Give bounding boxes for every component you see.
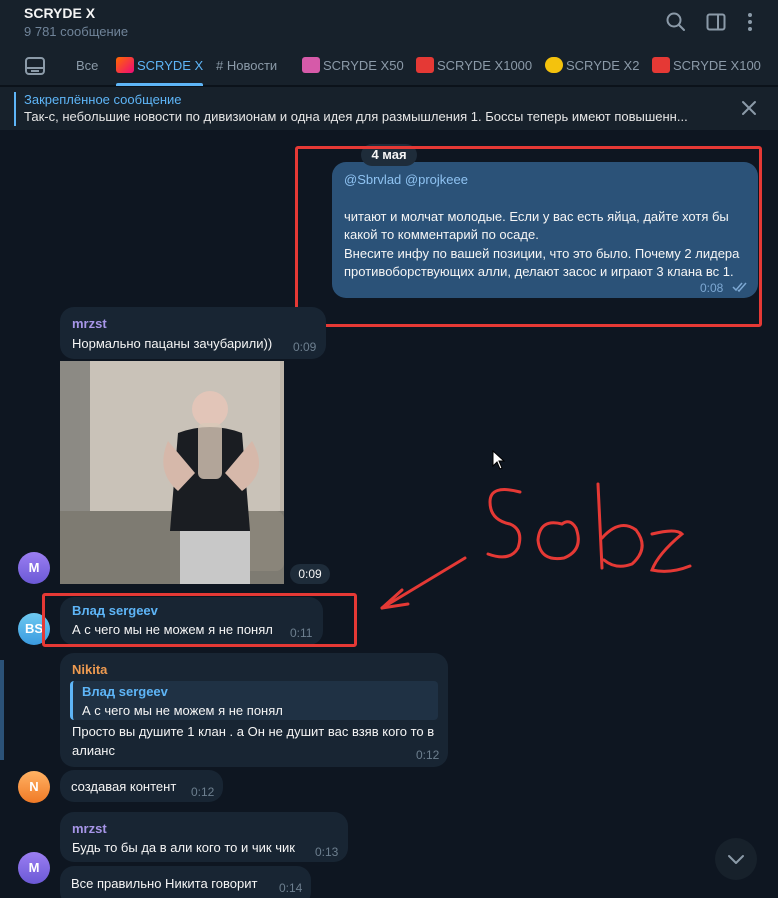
annotation-highlight-box xyxy=(295,146,762,327)
video-thumbnail[interactable] xyxy=(60,361,284,584)
folder-tabs: Все SCRYDE X # Новости SCRYDE X50 SCRYDE… xyxy=(0,46,778,86)
incoming-message[interactable]: создавая контент 0:12 xyxy=(60,770,223,802)
reply-quote[interactable]: Влад sergeev А с чего мы не можем я не п… xyxy=(70,681,438,720)
tab-scryde-x1000[interactable]: SCRYDE X1000 xyxy=(416,46,532,86)
tab-label: SCRYDE X100 xyxy=(673,58,761,73)
video-frame xyxy=(60,361,284,584)
tab-label: Все xyxy=(76,58,99,73)
pinned-indicator xyxy=(14,92,16,126)
mouse-cursor-icon xyxy=(492,450,506,470)
reply-sender: Влад sergeev xyxy=(82,684,168,699)
avatar[interactable]: M xyxy=(18,852,50,884)
sender-name[interactable]: mrzst xyxy=(72,316,107,331)
folders-menu-icon[interactable] xyxy=(24,56,46,76)
number-two-emoji-icon xyxy=(545,57,563,73)
tab-scryde-x100[interactable]: SCRYDE X100 xyxy=(652,46,761,86)
tab-all[interactable]: Все xyxy=(76,46,98,86)
scroll-to-bottom-button[interactable] xyxy=(715,838,757,880)
message-line: Просто вы душите 1 клан . а Он не душит … xyxy=(72,724,435,739)
message-time: 0:12 xyxy=(416,748,440,762)
pinned-message-bar[interactable]: Закреплённое сообщение Так-с, небольшие … xyxy=(0,86,778,130)
avatar[interactable]: M xyxy=(18,552,50,584)
sender-name[interactable]: Nikita xyxy=(72,662,107,677)
scroll-indicator xyxy=(0,660,4,760)
annotation-highlight-box xyxy=(42,593,357,647)
video-duration: 0:09 xyxy=(290,564,330,584)
avatar[interactable]: N xyxy=(18,771,50,803)
reply-text: А с чего мы не можем я не понял xyxy=(82,703,283,718)
incoming-message[interactable]: mrzst Нормально пацаны зачубарили)) 0:09 xyxy=(60,307,326,359)
tab-scryde-x[interactable]: SCRYDE X xyxy=(116,46,204,86)
incoming-message[interactable]: Все правильно Никита говорит 0:14 xyxy=(60,866,311,898)
message-text: Все правильно Никита говорит xyxy=(71,876,258,891)
message-line: алианс xyxy=(72,743,115,758)
sidebar-toggle-icon[interactable] xyxy=(704,10,728,34)
pinned-title: Закреплённое сообщение xyxy=(24,92,182,107)
chat-header: SCRYDE X 9 781 сообщение xyxy=(0,0,778,46)
handwritten-annotation xyxy=(380,482,692,610)
message-text: создавая контент xyxy=(71,779,177,794)
message-text: Будь то бы да в али кого то и чик чик xyxy=(72,840,295,855)
more-vertical-icon[interactable] xyxy=(738,10,762,34)
hundred-emoji-icon xyxy=(652,57,670,73)
tab-label: SCRYDE X50 xyxy=(323,58,404,73)
fire-emoji-icon xyxy=(116,57,134,73)
tab-scryde-x50[interactable]: SCRYDE X50 xyxy=(302,46,404,86)
message-count: 9 781 сообщение xyxy=(24,24,129,39)
tab-scryde-x2[interactable]: SCRYDE X2 xyxy=(545,46,639,86)
chat-title[interactable]: SCRYDE X xyxy=(24,5,95,21)
tab-news[interactable]: # Новости xyxy=(216,46,277,86)
chevron-down-icon xyxy=(728,855,744,864)
pink-emoji-icon xyxy=(302,57,320,73)
message-time: 0:14 xyxy=(279,881,303,895)
tab-label: SCRYDE X xyxy=(137,58,204,73)
sender-name[interactable]: mrzst xyxy=(72,821,107,836)
pinned-text: Так-с, небольшие новости по дивизионам и… xyxy=(24,109,688,124)
message-time: 0:12 xyxy=(191,785,215,799)
tab-label: SCRYDE X1000 xyxy=(437,58,533,73)
message-time: 0:09 xyxy=(293,340,317,354)
incoming-message[interactable]: mrzst Будь то бы да в али кого то и чик … xyxy=(60,812,348,862)
search-icon[interactable] xyxy=(664,10,688,34)
tab-label: SCRYDE X2 xyxy=(566,58,640,73)
tab-label: # Новости xyxy=(216,58,278,73)
message-time: 0:13 xyxy=(315,845,339,859)
hundred-emoji-icon xyxy=(416,57,434,73)
close-icon[interactable] xyxy=(740,99,758,117)
message-text: Нормально пацаны зачубарили)) xyxy=(72,336,273,351)
